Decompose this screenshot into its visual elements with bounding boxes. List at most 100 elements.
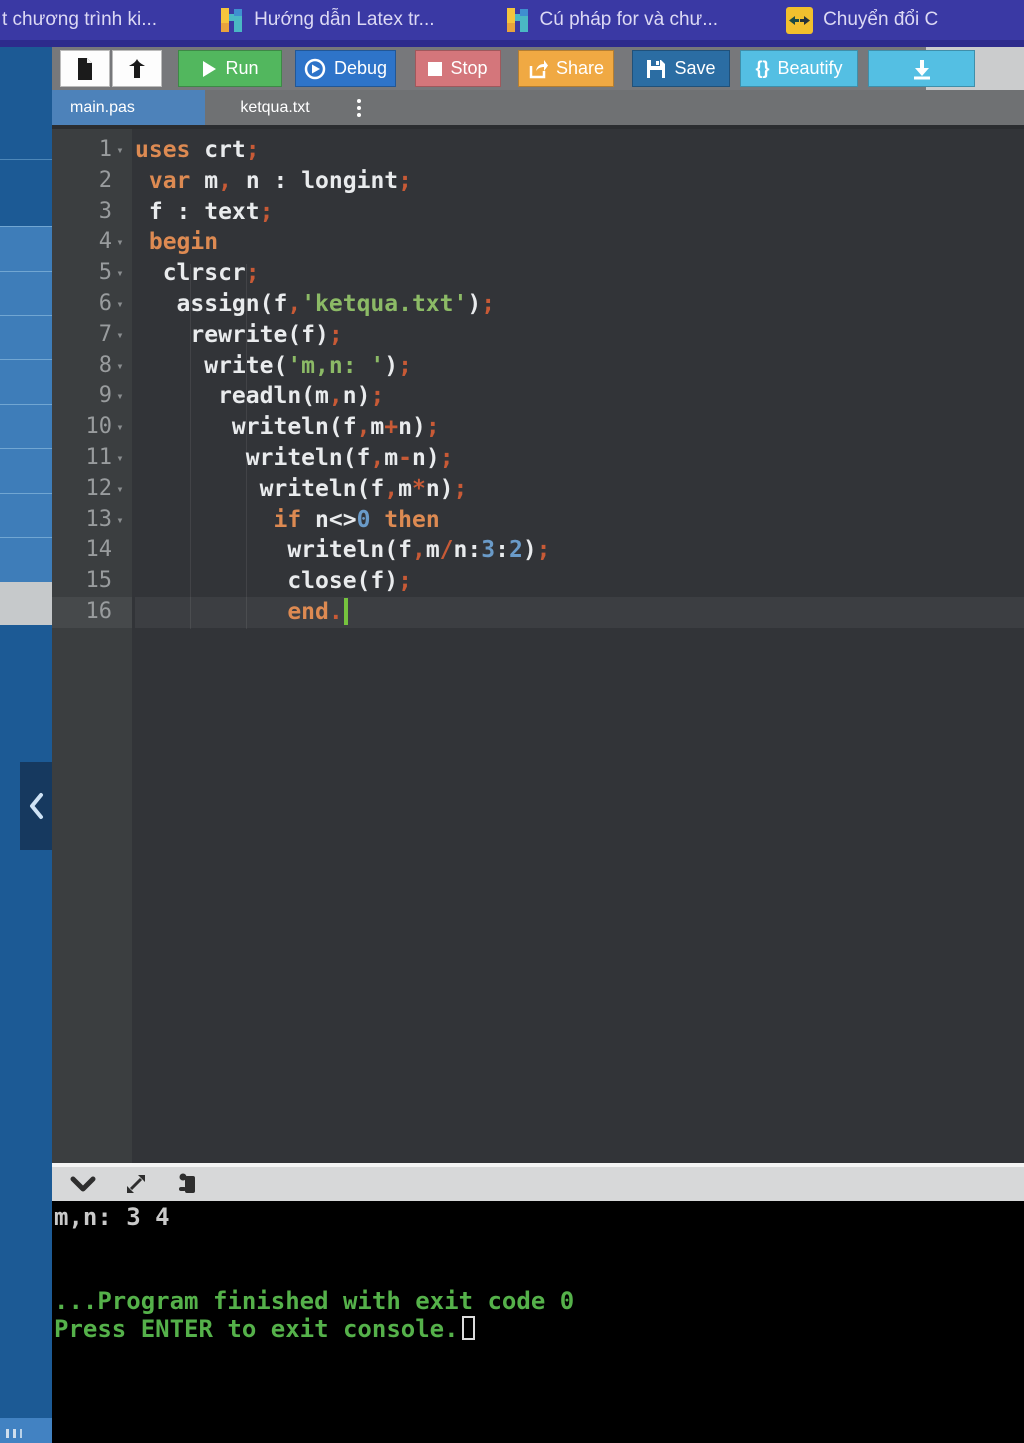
- tab-menu-dots-icon[interactable]: [350, 97, 368, 119]
- upload-button[interactable]: [112, 50, 162, 87]
- fold-arrow-icon[interactable]: ▾: [112, 258, 128, 289]
- code-line-3[interactable]: f : text;: [135, 197, 1024, 228]
- bookmark-item-4[interactable]: Chuyển đổi C: [786, 6, 939, 34]
- sidebar-item-selected[interactable]: [0, 582, 52, 625]
- share-label: Share: [555, 58, 605, 78]
- sidebar-item[interactable]: [0, 448, 52, 493]
- line-number: 6: [98, 290, 112, 316]
- fold-arrow-icon[interactable]: ▾: [112, 474, 128, 505]
- editor-code[interactable]: uses crt; var m, n : longint; f : text; …: [135, 135, 1024, 628]
- gutter-line-11: 11 ▾: [52, 443, 132, 474]
- partial-text-marks: [6, 1429, 26, 1438]
- upload-icon: [129, 58, 145, 78]
- sidebar-item[interactable]: [0, 493, 52, 537]
- tab-label: ketqua.txt: [240, 98, 310, 116]
- bookmark-item-2[interactable]: Hướng dẫn Latex tr...: [219, 7, 435, 34]
- code-line-13[interactable]: if n<>0 then: [135, 505, 1024, 536]
- code-line-4[interactable]: begin: [135, 227, 1024, 258]
- line-number: 10: [85, 414, 113, 440]
- new-file-button[interactable]: [60, 50, 110, 87]
- ide-toolbar: Run Debug Stop Share Save {} Beautify: [52, 47, 1024, 90]
- code-line-8[interactable]: write('m,n: ');: [135, 351, 1024, 382]
- share-button[interactable]: Share: [518, 50, 614, 87]
- tab-ketqua-txt[interactable]: ketqua.txt: [205, 90, 345, 125]
- sidebar-item[interactable]: [0, 47, 52, 159]
- code-line-2[interactable]: var m, n : longint;: [135, 166, 1024, 197]
- console-line-5: Press ENTER to exit console.: [54, 1315, 1024, 1343]
- gutter-line-9: 9 ▾: [52, 381, 132, 412]
- fold-arrow-icon[interactable]: ▾: [112, 227, 128, 258]
- save-button[interactable]: Save: [632, 50, 730, 87]
- console-toolbar: [52, 1163, 1024, 1201]
- line-number: 1: [98, 137, 112, 162]
- code-line-16[interactable]: end.: [135, 596, 1024, 628]
- fold-arrow-icon[interactable]: ▾: [112, 135, 128, 166]
- console-menu-button[interactable]: [176, 1172, 198, 1196]
- fold-arrow-icon[interactable]: ▾: [112, 443, 128, 474]
- sidebar-panel: [0, 625, 52, 1418]
- bookmark-label: Chuyển đổi C: [823, 9, 939, 30]
- code-line-12[interactable]: writeln(f,m*n);: [135, 474, 1024, 505]
- line-number: 8: [98, 352, 112, 378]
- console-expand-button[interactable]: [124, 1172, 148, 1196]
- line-number: 4: [98, 229, 112, 255]
- fold-arrow-icon[interactable]: ▾: [112, 381, 128, 412]
- line-number: 7: [98, 321, 112, 347]
- bookmark-item-1[interactable]: t chương trình ki...: [2, 9, 157, 31]
- stop-button[interactable]: Stop: [415, 50, 501, 87]
- debug-button[interactable]: Debug: [295, 50, 396, 87]
- console-line-2: [54, 1231, 1024, 1259]
- console-text: ...Program finished with exit code 0: [54, 1287, 575, 1315]
- console-output[interactable]: m,n: 3 4 ...Program finished with exit co…: [52, 1201, 1024, 1443]
- bookmarks-bar: t chương trình ki... Hướng dẫn Latex tr.…: [0, 0, 1024, 40]
- run-button[interactable]: Run: [178, 50, 282, 87]
- gutter-line-2: 2: [52, 166, 132, 197]
- code-line-15[interactable]: close(f);: [135, 566, 1024, 597]
- code-line-9[interactable]: readln(m,n);: [135, 381, 1024, 412]
- sidebar-item[interactable]: [0, 404, 52, 448]
- code-line-1[interactable]: uses crt;: [135, 135, 1024, 166]
- gutter-line-13: 13 ▾: [52, 505, 132, 536]
- console-text: Press ENTER to exit console.: [54, 1315, 459, 1343]
- console-collapse-button[interactable]: [70, 1176, 96, 1192]
- fold-arrow-icon[interactable]: ▾: [112, 289, 128, 320]
- code-editor[interactable]: 1 ▾ 2 3 4 ▾ 5 ▾ 6 ▾ 7 ▾ 8 ▾ 9 ▾ 10 ▾ 11 ▾ 12 ▾ 13 ▾ 14 15 16 uses …: [52, 125, 1024, 1163]
- indent-guide: [190, 264, 191, 629]
- tab-main-pas[interactable]: main.pas: [52, 90, 205, 125]
- bookmark-item-3[interactable]: Cú pháp for và chư...: [505, 7, 718, 34]
- line-number: 9: [98, 383, 112, 409]
- line-number: 11: [85, 444, 113, 470]
- beautify-button[interactable]: {} Beautify: [740, 50, 858, 87]
- code-line-10[interactable]: writeln(f,m+n);: [135, 412, 1024, 443]
- fold-arrow-icon[interactable]: ▾: [112, 320, 128, 351]
- download-button[interactable]: [868, 50, 975, 87]
- expand-arrows-icon: [127, 1175, 145, 1193]
- indent-guide: [246, 264, 247, 629]
- line-number: 16: [85, 598, 113, 624]
- gutter-line-15: 15: [52, 566, 132, 597]
- code-line-7[interactable]: rewrite(f);: [135, 320, 1024, 351]
- sidebar-item[interactable]: [0, 159, 52, 226]
- left-sidebar: [0, 47, 52, 1443]
- gutter-line-16: 16: [52, 596, 132, 628]
- fold-arrow-icon[interactable]: ▾: [112, 505, 128, 536]
- gutter-line-5: 5 ▾: [52, 258, 132, 289]
- console-line-3: [54, 1259, 1024, 1287]
- sidebar-collapse-button[interactable]: [20, 762, 52, 850]
- code-line-14[interactable]: writeln(f,m/n:3:2);: [135, 535, 1024, 566]
- sidebar-item[interactable]: [0, 537, 52, 582]
- sidebar-item[interactable]: [0, 271, 52, 315]
- fold-arrow-icon[interactable]: ▾: [112, 412, 128, 443]
- gutter-line-12: 12 ▾: [52, 474, 132, 505]
- stop-label: Stop: [450, 58, 488, 78]
- play-icon: [203, 60, 217, 77]
- fold-arrow-icon[interactable]: ▾: [112, 351, 128, 382]
- code-line-11[interactable]: writeln(f,m-n);: [135, 443, 1024, 474]
- gutter-line-1: 1 ▾: [52, 135, 132, 166]
- sidebar-item[interactable]: [0, 226, 52, 271]
- code-line-6[interactable]: assign(f,'ketqua.txt');: [135, 289, 1024, 320]
- console-cursor: [461, 1316, 475, 1340]
- sidebar-item[interactable]: [0, 315, 52, 359]
- sidebar-item[interactable]: [0, 359, 52, 404]
- code-line-5[interactable]: clrscr;: [135, 258, 1024, 289]
